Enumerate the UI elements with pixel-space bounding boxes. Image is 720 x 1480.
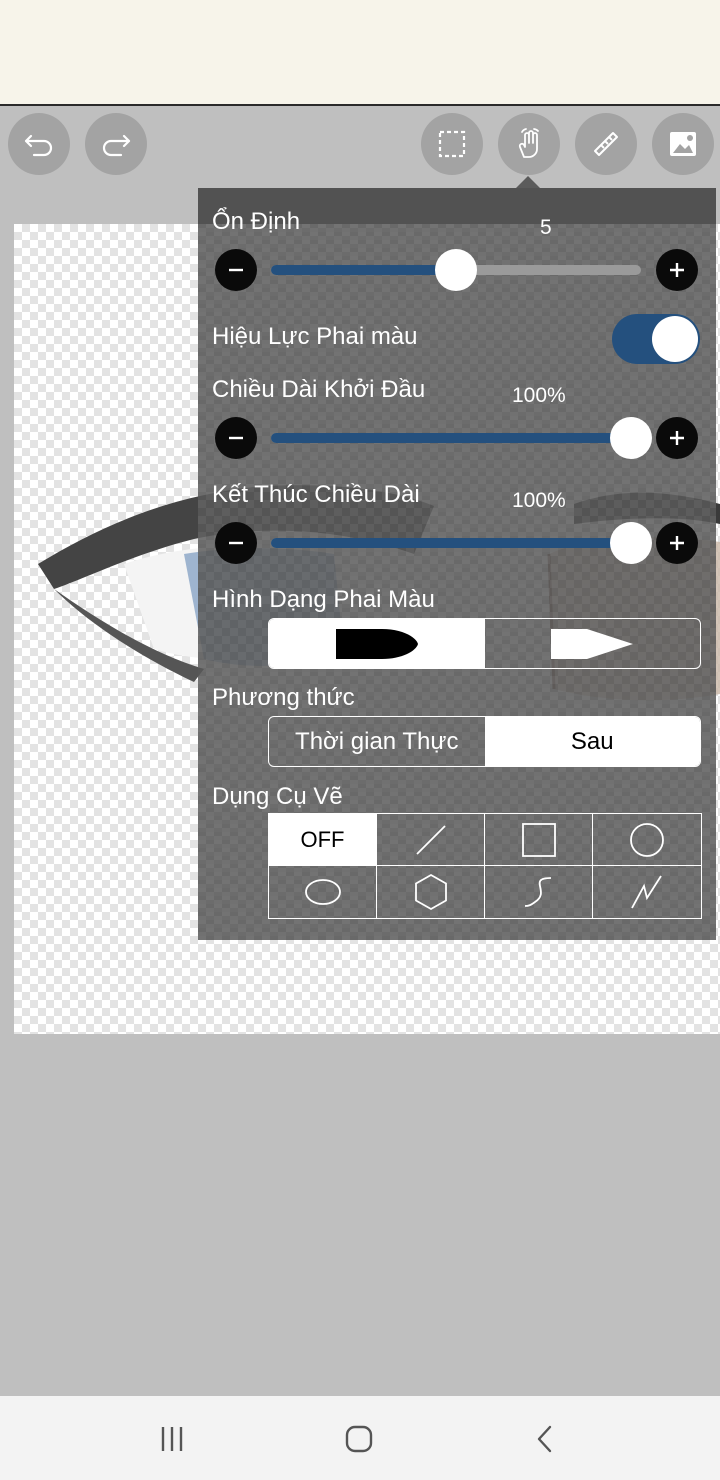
end-length-minus-button[interactable] bbox=[215, 522, 257, 564]
home-icon bbox=[345, 1425, 373, 1453]
stabilizer-plus-button[interactable] bbox=[656, 249, 698, 291]
end-length-slider-thumb[interactable] bbox=[610, 522, 652, 564]
end-length-value: 100% bbox=[512, 489, 566, 512]
curve-icon bbox=[524, 877, 551, 907]
minus-icon bbox=[229, 541, 243, 545]
method-label: Phương thức bbox=[212, 684, 355, 711]
tool-curve-button[interactable] bbox=[485, 866, 593, 918]
recent-apps-icon bbox=[161, 1427, 183, 1451]
layer-button[interactable] bbox=[652, 113, 714, 175]
undo-button[interactable] bbox=[8, 113, 70, 175]
stabilizer-value: 5 bbox=[540, 216, 552, 239]
tool-rectangle-button[interactable] bbox=[485, 814, 593, 866]
end-length-label: Kết Thúc Chiều Dài bbox=[212, 481, 420, 508]
end-length-slider[interactable] bbox=[271, 522, 652, 564]
fade-shape-selector bbox=[268, 618, 701, 669]
back-button[interactable] bbox=[521, 1414, 571, 1464]
system-navigation-bar bbox=[0, 1396, 720, 1480]
plus-icon bbox=[670, 536, 684, 550]
tool-ellipse-button[interactable] bbox=[269, 866, 377, 918]
minus-icon bbox=[229, 436, 243, 440]
home-button[interactable] bbox=[334, 1414, 384, 1464]
circle-icon bbox=[630, 822, 664, 857]
start-length-slider[interactable] bbox=[271, 417, 652, 459]
drawing-tools-grid: OFF bbox=[268, 813, 702, 919]
toggle-thumb bbox=[652, 316, 698, 362]
stabilizer-slider[interactable] bbox=[271, 249, 641, 291]
end-length-plus-button[interactable] bbox=[656, 522, 698, 564]
tool-circle-button[interactable] bbox=[593, 814, 701, 866]
stabilizer-minus-button[interactable] bbox=[215, 249, 257, 291]
method-option-realtime[interactable]: Thời gian Thực bbox=[269, 717, 485, 766]
line-icon bbox=[415, 824, 446, 855]
start-length-plus-button[interactable] bbox=[656, 417, 698, 459]
plus-icon bbox=[670, 263, 684, 277]
fade-shape-option-rounded[interactable] bbox=[269, 619, 485, 668]
fade-shape-label: Hình Dạng Phai Màu bbox=[212, 586, 435, 613]
ellipse-icon bbox=[304, 879, 341, 905]
stabilizer-slider-fill bbox=[271, 265, 456, 275]
rounded-tip-shape-icon bbox=[335, 628, 418, 659]
app-header-bar bbox=[0, 0, 720, 106]
start-length-value: 100% bbox=[512, 384, 566, 407]
start-length-label: Chiều Dài Khởi Đầu bbox=[212, 376, 426, 403]
fade-effect-label: Hiệu Lực Phai màu bbox=[212, 323, 418, 350]
pointed-tip-shape-icon bbox=[551, 628, 634, 659]
selection-button[interactable] bbox=[421, 113, 483, 175]
fade-effect-toggle[interactable] bbox=[612, 314, 700, 364]
start-length-slider-fill bbox=[271, 433, 631, 443]
hand-pan-button[interactable] bbox=[498, 113, 560, 175]
redo-button[interactable] bbox=[85, 113, 147, 175]
drawing-tools-label: Dụng Cụ Vẽ bbox=[212, 783, 343, 810]
method-selector: Thời gian Thực Sau bbox=[268, 716, 701, 767]
end-length-slider-fill bbox=[271, 538, 631, 548]
tool-polyline-button[interactable] bbox=[593, 866, 701, 918]
selection-icon bbox=[438, 130, 466, 158]
polygon-icon bbox=[414, 873, 447, 911]
redo-icon bbox=[102, 134, 131, 157]
start-length-minus-button[interactable] bbox=[215, 417, 257, 459]
tool-line-button[interactable] bbox=[377, 814, 485, 866]
recent-apps-button[interactable] bbox=[147, 1414, 197, 1464]
ruler-button[interactable] bbox=[575, 113, 637, 175]
start-length-slider-thumb[interactable] bbox=[610, 417, 652, 459]
plus-icon bbox=[670, 431, 684, 445]
stabilizer-slider-thumb[interactable] bbox=[435, 249, 477, 291]
polyline-icon bbox=[631, 875, 662, 909]
hand-pan-icon bbox=[518, 128, 539, 158]
stabilizer-label: Ổn Định bbox=[212, 208, 301, 235]
fade-shape-option-pointed[interactable] bbox=[485, 619, 701, 668]
brush-settings-panel: Ổn Định 5 Hiệu Lực Phai màu Chiều Dài Kh… bbox=[198, 176, 716, 940]
ruler-icon bbox=[594, 132, 618, 156]
back-icon bbox=[537, 1425, 552, 1453]
rectangle-icon bbox=[521, 822, 556, 857]
undo-icon bbox=[24, 134, 53, 157]
minus-icon bbox=[229, 268, 243, 272]
image-layer-icon bbox=[670, 132, 696, 156]
tool-off-button[interactable]: OFF bbox=[269, 814, 377, 866]
tool-polygon-button[interactable] bbox=[377, 866, 485, 918]
panel-pointer bbox=[516, 176, 540, 188]
method-option-after[interactable]: Sau bbox=[484, 717, 700, 766]
